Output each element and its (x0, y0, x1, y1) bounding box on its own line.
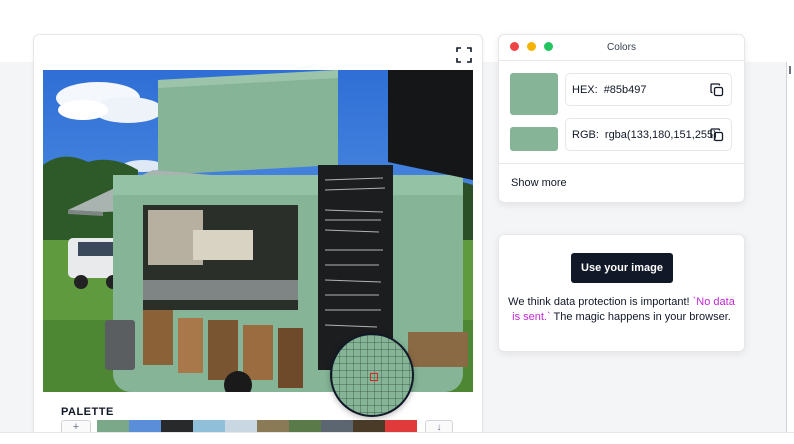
upload-card (498, 234, 745, 352)
use-your-image-button[interactable]: Use your image (571, 253, 673, 283)
color-picker-magnifier[interactable] (330, 333, 414, 417)
fullscreen-icon[interactable] (455, 46, 473, 64)
rgb-value: rgba(133,180,151,255) (604, 128, 717, 141)
copy-icon[interactable] (710, 83, 724, 97)
privacy-prefix: We think data protection is important! (508, 296, 693, 308)
privacy-note: We think data protection is important! `… (508, 295, 735, 325)
rgb-value-field[interactable]: RGB: rgba(133,180,151,255) (565, 118, 732, 151)
selected-color-swatch (510, 73, 558, 115)
colors-window-title: Colors (607, 42, 636, 53)
scrollbar[interactable] (786, 62, 794, 444)
divider (499, 163, 744, 164)
bottom-bar (0, 432, 794, 444)
selected-color-swatch-small (510, 127, 558, 151)
rgb-label: RGB: (572, 128, 599, 141)
privacy-suffix: The magic happens in your browser. (550, 311, 731, 323)
hex-label: HEX: (572, 83, 598, 96)
copy-icon[interactable] (710, 128, 724, 142)
palette-title: PALETTE (61, 406, 114, 418)
magnifier-center-pixel (370, 373, 378, 381)
show-more-link[interactable]: Show more (511, 177, 567, 189)
hex-value: #85b497 (603, 83, 647, 96)
divider (499, 60, 744, 61)
scrollbar-thumb[interactable] (789, 66, 791, 74)
hex-value-field[interactable]: HEX: #85b497 (565, 73, 732, 106)
